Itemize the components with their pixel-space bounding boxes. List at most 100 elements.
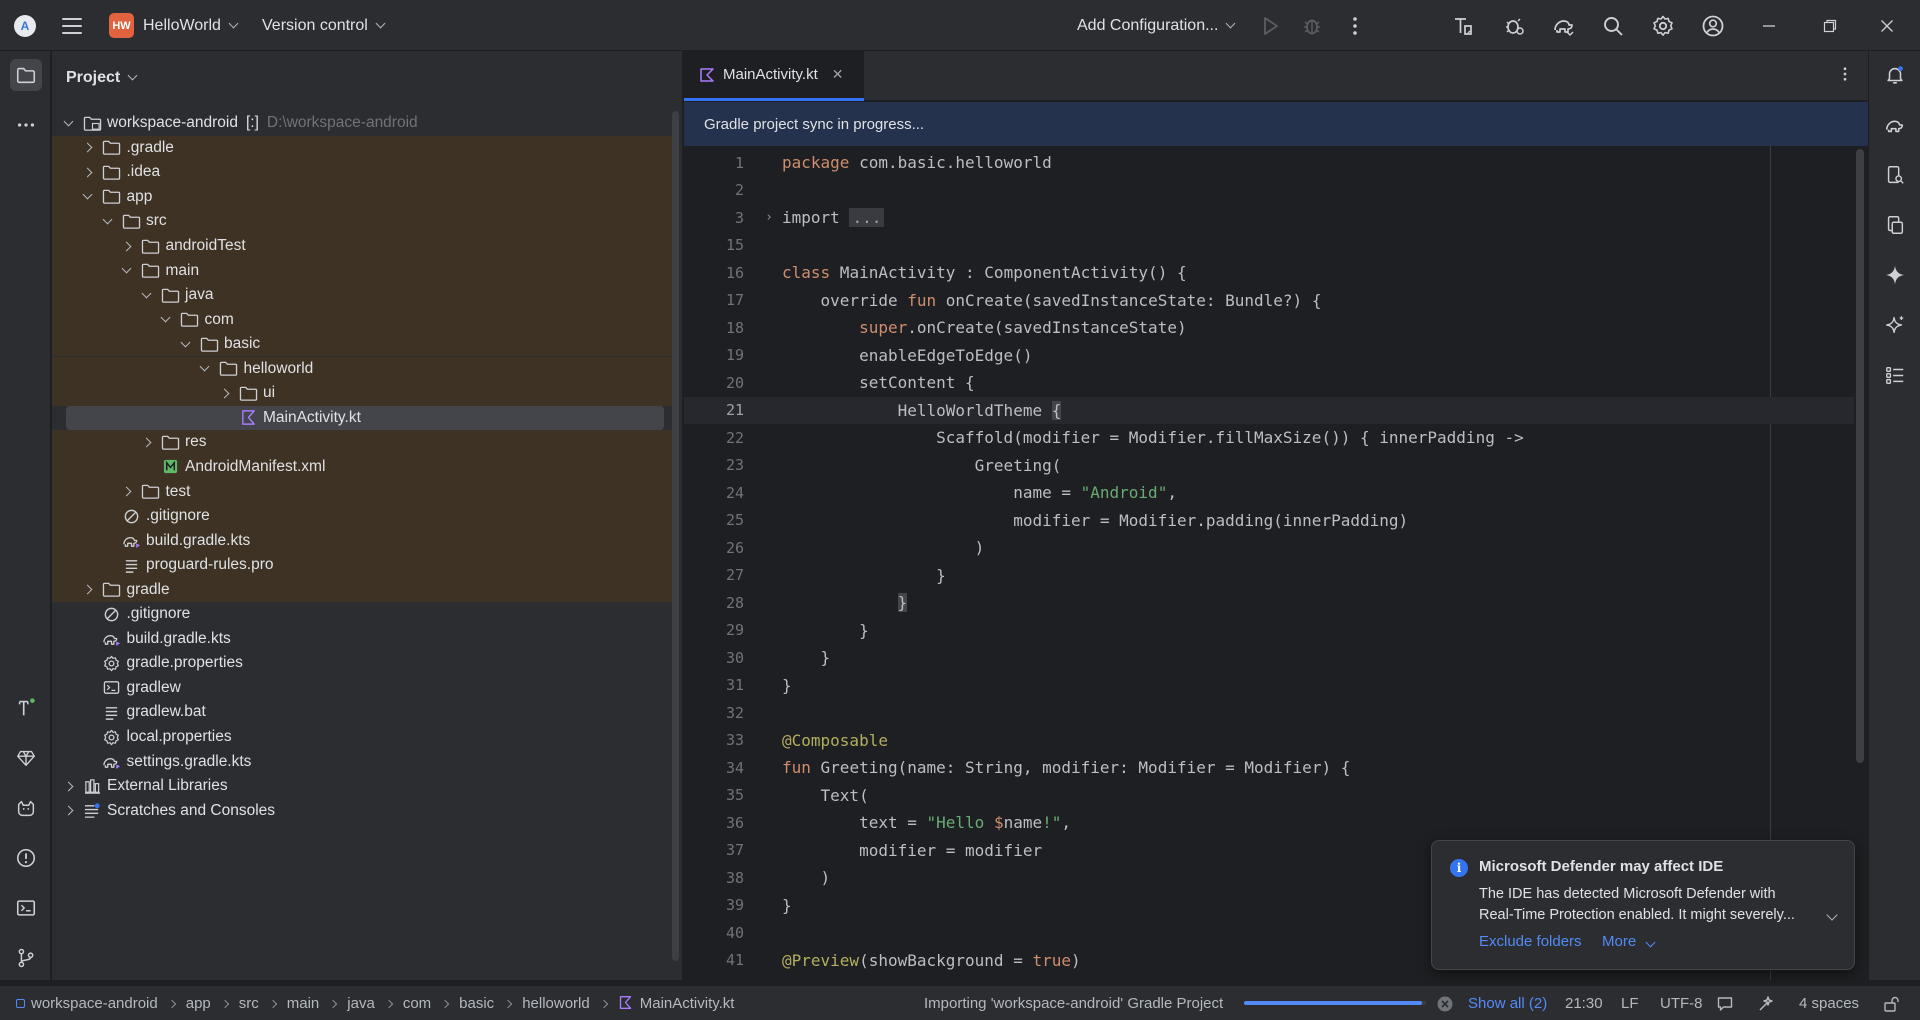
tree-item[interactable]: .gitignore [52,503,672,529]
code-line[interactable]: 17 override fun onCreate(savedInstanceSt… [684,287,1854,315]
code-line[interactable]: 29 } [684,617,1854,645]
breadcrumb-item[interactable]: app [186,995,211,1012]
close-window-button[interactable] [1880,0,1894,51]
version-control-tool-button[interactable] [10,942,42,974]
code-line[interactable]: 34 fun Greeting(name: String, modifier: M… [684,754,1854,782]
indent-setting[interactable]: 4 spaces [1799,986,1859,1020]
editor-scrollbar[interactable] [1856,149,1864,763]
read-only-toggle[interactable] [1882,986,1900,1020]
chevron-right-icon[interactable] [80,164,96,180]
exclude-folders-link[interactable]: Exclude folders [1479,933,1582,950]
tree-item[interactable]: .gradle [52,135,672,161]
tree-item[interactable]: workspace-android [:] D:\workspace-android [52,111,672,136]
chevron-down-icon[interactable] [60,115,76,131]
code-line[interactable]: 36 text = "Hello $name!", [684,809,1854,837]
app-logo[interactable]: A [14,0,36,51]
notifications-tool-button[interactable] [1879,59,1911,91]
device-explorer-tool-button[interactable] [1879,159,1911,191]
code-line[interactable]: 23 Greeting( [684,452,1854,480]
code-line[interactable]: 32 [684,699,1854,727]
tree-item[interactable]: com [52,307,672,332]
gradle-tool-button[interactable] [1879,109,1911,141]
fold-chevron-icon[interactable]: › [756,210,782,225]
chevron-down-icon[interactable] [158,312,174,328]
tree-item[interactable]: res [52,430,672,455]
caret-position[interactable]: 21:30 [1565,986,1603,1020]
code-line[interactable]: 30 } [684,644,1854,672]
project-panel-header[interactable]: Project [52,51,683,105]
expand-notification-icon[interactable] [1826,909,1838,921]
gradle-sync-button[interactable] [1549,0,1579,51]
power-save-button[interactable] [1756,986,1776,1020]
terminal-tool-button[interactable] [10,892,42,924]
breadcrumb-item[interactable]: main [287,995,320,1012]
tree-item[interactable]: .idea [52,160,672,185]
device-manager-button[interactable] [1448,0,1478,51]
breadcrumb-item[interactable]: workspace-android [31,995,158,1012]
restore-button[interactable] [1823,0,1837,51]
chevron-right-icon[interactable] [119,484,135,500]
tree-item[interactable]: gradlew [52,676,672,701]
chevron-right-icon[interactable] [216,385,232,401]
breadcrumb-item[interactable]: helloworld [522,995,590,1012]
code-line[interactable]: 35 Text( [684,782,1854,810]
gemini-tool-button[interactable] [1879,259,1911,291]
project-selector[interactable]: HW HelloWorld [109,0,239,51]
chevron-right-icon[interactable] [119,238,135,254]
chevron-down-icon[interactable] [119,263,135,279]
chevron-right-icon[interactable] [80,140,96,156]
tree-item[interactable]: proguard-rules.pro [52,552,672,578]
chevron-right-icon[interactable] [80,582,96,598]
running-devices-tool-button[interactable] [1879,209,1911,241]
tree-item[interactable]: gradle [52,577,672,602]
chevron-right-icon[interactable] [60,778,76,794]
app-inspection-button[interactable] [1499,0,1529,51]
breadcrumb-item[interactable]: MainActivity.kt [640,995,735,1012]
tree-item[interactable]: main [52,258,672,283]
settings-button[interactable] [1648,0,1678,51]
tree-item[interactable]: java [52,282,672,308]
more-actions-button[interactable] [1340,0,1370,51]
more-tools-button[interactable] [10,109,42,141]
background-task-label[interactable]: Importing 'workspace-android' Gradle Pro… [924,986,1223,1020]
build-tool-button[interactable] [10,692,42,724]
tree-item[interactable]: helloworld [52,356,672,382]
code-line[interactable]: 25 modifier = Modifier.padding(innerPadd… [684,507,1854,535]
close-tab-icon[interactable]: ✕ [832,66,844,83]
file-encoding[interactable]: UTF-8 [1660,986,1703,1020]
project-tree-scrollbar[interactable] [672,111,679,961]
code-line[interactable]: 22 Scaffold(modifier = Modifier.fillMaxS… [684,424,1854,452]
chevron-down-icon[interactable] [99,213,115,229]
tab-mainactivity[interactable]: MainActivity.kt ✕ [684,51,864,101]
chevron-right-icon[interactable] [138,434,154,450]
code-line[interactable]: 33 @Composable [684,727,1854,755]
main-menu-button[interactable] [62,0,82,51]
tree-item[interactable]: Scratches and Consoles [52,798,672,823]
chevron-down-icon[interactable] [177,336,193,352]
code-line[interactable]: 15 [684,232,1854,260]
tree-item[interactable]: androidTest [52,233,672,259]
ai-assistant-tool-button[interactable] [1879,309,1911,341]
debug-button[interactable] [1297,0,1327,51]
minimize-button[interactable] [1762,0,1776,51]
run-configuration-selector[interactable]: Add Configuration... [1077,0,1236,51]
code-line[interactable]: 21 HelloWorldTheme { [684,396,1854,424]
chevron-down-icon[interactable] [138,287,154,303]
tree-item[interactable]: settings.gradle.kts [52,749,672,774]
structure-tool-button[interactable] [1879,359,1911,391]
tree-item[interactable]: build.gradle.kts [52,528,672,553]
more-actions-link[interactable]: More [1602,933,1656,950]
breadcrumb-item[interactable]: src [239,995,259,1012]
tree-item[interactable]: gradle.properties [52,651,672,676]
breadcrumb-item[interactable]: java [347,995,375,1012]
tree-item[interactable]: src [52,209,672,234]
code-line[interactable]: 20 setContent { [684,369,1854,397]
tree-item[interactable]: .gitignore [52,602,672,627]
project-tool-button[interactable] [10,59,42,91]
cancel-task-button[interactable] [1436,986,1454,1020]
vcs-selector[interactable]: Version control [262,0,386,51]
tab-options-button[interactable] [1836,65,1854,86]
tree-item[interactable]: AndroidManifest.xml [52,454,672,480]
code-line[interactable]: 1 package com.basic.helloworld [684,149,1854,177]
code-line[interactable]: 26 ) [684,534,1854,562]
